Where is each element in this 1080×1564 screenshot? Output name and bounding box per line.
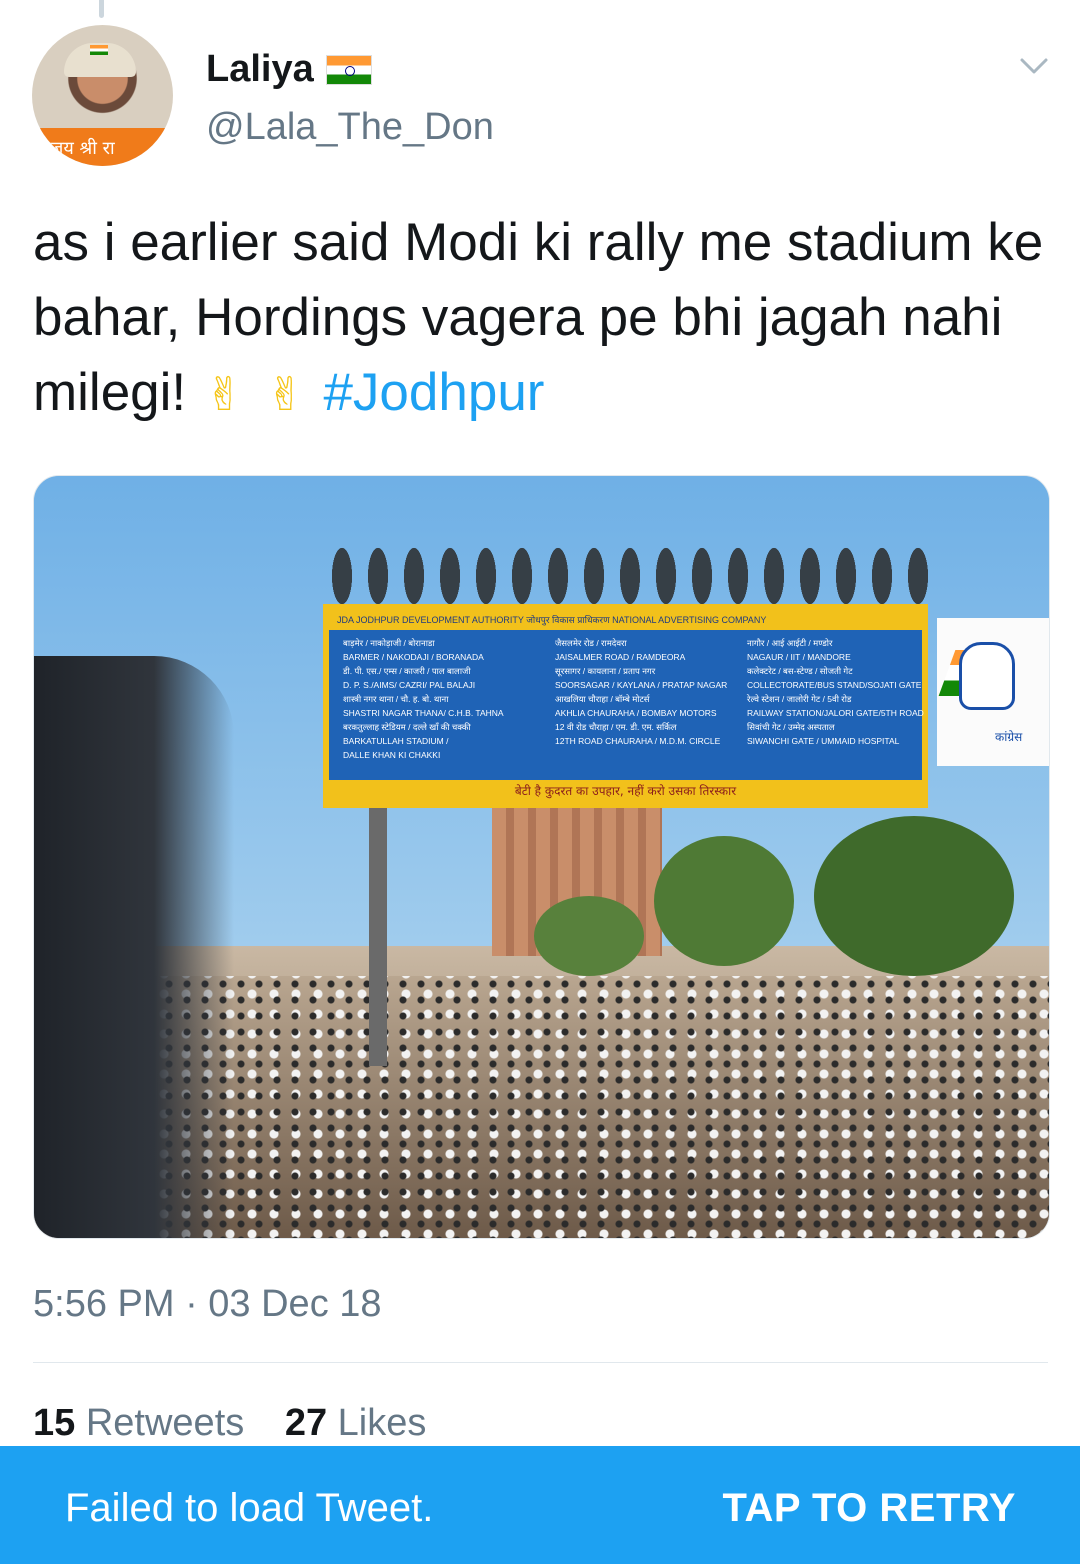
- sign-header: JDA JODHPUR DEVELOPMENT AUTHORITY जोधपुर…: [329, 610, 922, 630]
- sign-column-2: जैसलमेर रोड / रामदेवरा JAISALMER ROAD / …: [555, 636, 727, 748]
- sign-line: RAILWAY STATION/JALORI GATE/5TH ROAD: [747, 708, 924, 718]
- divider: [33, 1362, 1048, 1363]
- tweet-body: as i earlier said Modi ki rally me stadi…: [33, 205, 1048, 432]
- sign-line: आखलिया चौराहा / बॉम्बे मोटर्स: [555, 694, 650, 704]
- sign-line: सूरसागर / कायलाना / प्रताप नगर: [555, 666, 656, 676]
- sign-line: SOORSAGAR / KAYLANA / PRATAP NAGAR: [555, 680, 728, 690]
- sign-column-3: नागौर / आई आईटी / मण्डोर NAGAUR / IIT / …: [747, 636, 924, 748]
- sign-line: D. P. S./AIMS/ CAZRI/ PAL BALAJI: [343, 680, 476, 690]
- retweets-count: 15: [33, 1402, 76, 1444]
- likes-count: 27: [284, 1402, 328, 1444]
- sign-line: BARMER / NAKODAJI / BORANADA: [343, 652, 484, 662]
- retweets-stat[interactable]: 15 Retweets: [33, 1402, 255, 1444]
- sign-line: NAGAUR / IIT / MANDORE: [747, 652, 851, 662]
- victory-hand-icon: ✌: [204, 367, 244, 421]
- likes-label: Likes: [337, 1402, 427, 1444]
- sign-line: SHASTRI NAGAR THANA/ C.H.B. TAHNA: [343, 708, 504, 718]
- likes-stat[interactable]: 27 Likes: [285, 1402, 427, 1444]
- sign-line: डी. पी. एस./ एम्स / काजरी / पाल बालाजी: [343, 666, 471, 676]
- author-name-row[interactable]: Laliya: [206, 48, 372, 91]
- hand-symbol-icon: [959, 642, 1015, 710]
- sign-line: जैसलमेर रोड / रामदेवरा: [555, 638, 627, 648]
- banner-text: कांग्रेस: [995, 730, 1023, 744]
- photo-foreground-person: [34, 656, 234, 1238]
- retweets-label: Retweets: [85, 1402, 245, 1444]
- photo-tree: [654, 836, 794, 966]
- photo-people-on-hoarding: [324, 516, 944, 616]
- sign-line: बरकतुल्लाह स्टेडियम / दल्ले खाँ की चक्की: [343, 722, 471, 732]
- author-handle[interactable]: @Lala_The_Don: [206, 106, 494, 149]
- sign-line: AKHLIA CHAURAHA / BOMBAY MOTORS: [555, 708, 717, 718]
- snackbar-message: Failed to load Tweet.: [65, 1486, 434, 1530]
- tweet-timestamp: 5:56 PM · 03 Dec 18: [33, 1283, 382, 1325]
- victory-hand-icon: ✌: [266, 367, 305, 421]
- photo-tree: [814, 816, 1014, 976]
- sign-column-1: बाड़मेर / नाकोड़ाजी / बोरानाडा BARMER / …: [343, 636, 504, 762]
- sign-line: 12TH ROAD CHAURAHA / M.D.M. CIRCLE: [555, 736, 721, 746]
- tweet-detail-screen: जय श्री रा Laliya @Lala_The_Don as i ear…: [0, 0, 1080, 1564]
- avatar-band-text: जय श्री रा: [50, 138, 115, 159]
- avatar[interactable]: जय श्री रा: [32, 25, 173, 166]
- sign-line: नागौर / आई आईटी / मण्डोर: [747, 638, 833, 648]
- avatar-flag-badge: [90, 45, 108, 55]
- retry-button[interactable]: TAP TO RETRY: [723, 1486, 1016, 1531]
- sign-line: कलेक्टरेट / बस-स्टेण्ड / सोजती गेट: [747, 666, 853, 676]
- india-flag-icon: [325, 54, 372, 85]
- sign-line: COLLECTORATE/BUS STAND/SOJATI GATE: [747, 680, 922, 690]
- photo-tree: [534, 896, 644, 976]
- tweet-photo[interactable]: JDA JODHPUR DEVELOPMENT AUTHORITY जोधपुर…: [33, 475, 1050, 1239]
- sign-line: बाड़मेर / नाकोड़ाजी / बोरानाडा: [343, 638, 435, 648]
- chevron-down-icon[interactable]: [1016, 48, 1052, 84]
- sign-line: JAISALMER ROAD / RAMDEORA: [555, 652, 686, 662]
- author-name[interactable]: Laliya: [206, 48, 314, 91]
- hashtag-link[interactable]: #Jodhpur: [323, 363, 544, 422]
- photo-hoarding-sign: JDA JODHPUR DEVELOPMENT AUTHORITY जोधपुर…: [323, 604, 928, 808]
- sign-line: DALLE KHAN KI CHAKKI: [343, 750, 441, 760]
- error-snackbar: Failed to load Tweet. TAP TO RETRY: [0, 1446, 1080, 1564]
- sign-footer: बेटी है कुदरत का उपहार, नहीं करो उसका ति…: [329, 780, 922, 802]
- thread-connector-line: [99, 0, 104, 18]
- sign-line: रेल्वे स्टेशन / जालोरी गेट / 5वी रोड: [747, 694, 852, 704]
- photo-sign-pole: [369, 806, 387, 1066]
- sign-line: BARKATULLAH STADIUM /: [343, 736, 449, 746]
- sign-line: शास्त्री नगर थाना / चौ. ह. बो. थाना: [343, 694, 449, 704]
- engagement-stats: 15 Retweets 27 Likes: [33, 1402, 456, 1445]
- sign-line: SIWANCHI GATE / UMMAID HOSPITAL: [747, 736, 900, 746]
- photo-congress-banner: कांग्रेस: [937, 618, 1049, 766]
- sign-line: 12 वी रोड चौराहा / एम. डी. एम. सर्किल: [555, 722, 677, 732]
- sign-line: सिवांची गेट / उम्मेद अस्पताल: [747, 722, 835, 732]
